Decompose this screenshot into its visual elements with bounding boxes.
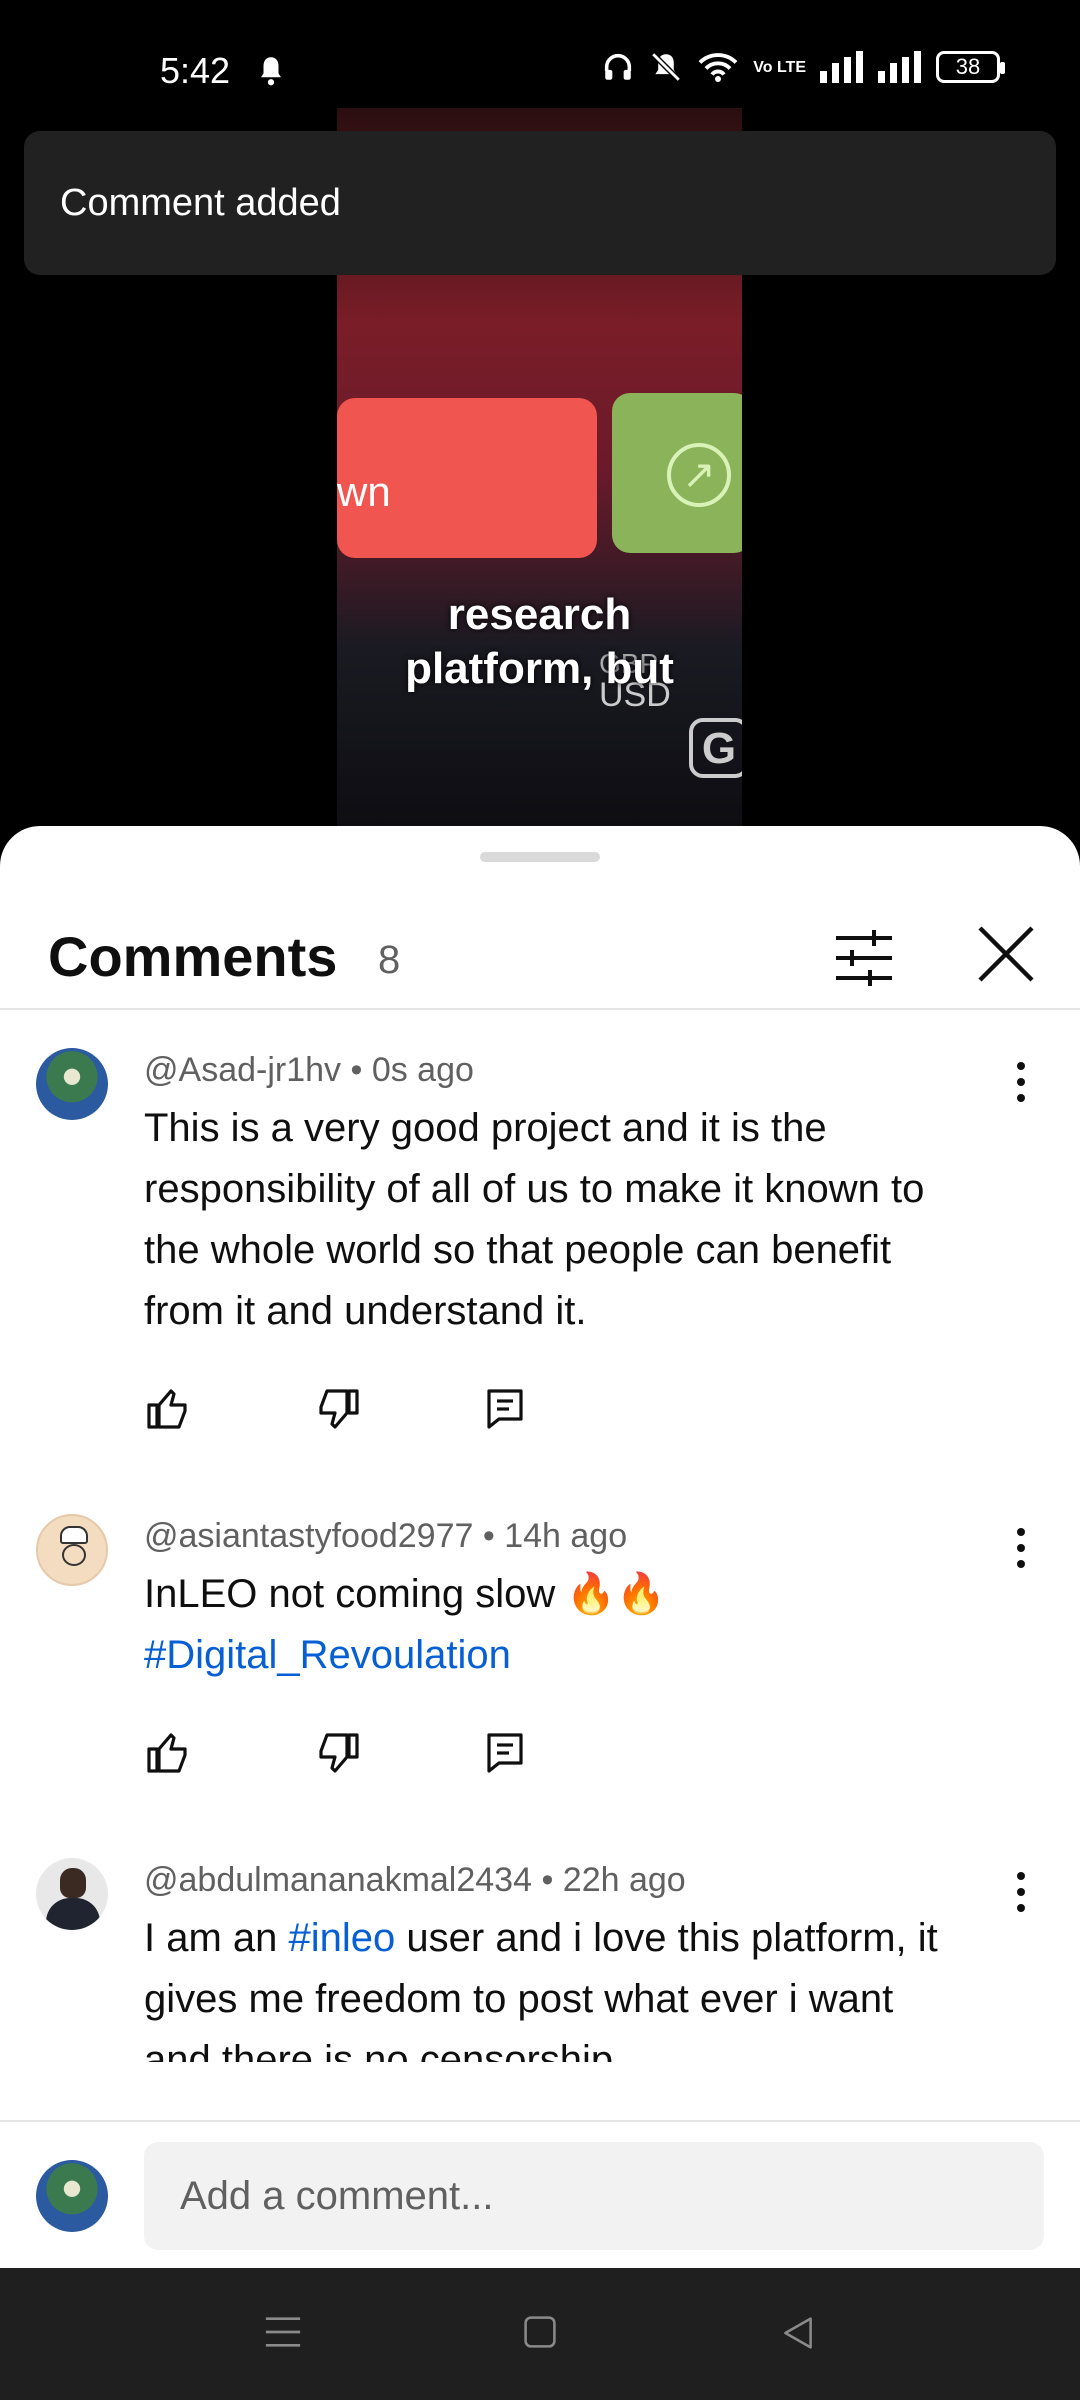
home-icon[interactable] — [522, 2314, 558, 2350]
comment-time: 0s ago — [371, 1051, 474, 1089]
comment-actions — [144, 1384, 970, 1434]
more-options-icon[interactable] — [1014, 1868, 1028, 1916]
reply-icon[interactable] — [480, 1729, 530, 1777]
comment-item: @asiantastyfood2977 • 14h ago InLEO not … — [0, 1478, 1080, 1822]
comment-text: I am an #inleo user and i love this plat… — [144, 1916, 938, 2062]
muted-bell-icon — [651, 52, 682, 82]
comment-meta: @asiantastyfood2977 • 14h ago — [144, 1517, 628, 1555]
comment-time: 14h ago — [504, 1517, 628, 1555]
comment-time: 22h ago — [562, 1861, 686, 1899]
comment-actions — [144, 1728, 970, 1778]
avatar[interactable] — [36, 1858, 108, 1930]
signal-icon-2 — [878, 51, 921, 83]
add-comment-input[interactable]: Add a comment... — [144, 2142, 1044, 2250]
comment-text: InLEO not coming slow 🔥🔥 #Digital_Revoul… — [144, 1564, 970, 1686]
more-options-icon[interactable] — [1014, 1524, 1028, 1572]
more-options-icon[interactable] — [1014, 1058, 1028, 1106]
filter-icon[interactable] — [834, 930, 894, 986]
comment-text: This is a very good project and it is th… — [144, 1106, 925, 1333]
status-time: 5:42 — [160, 50, 231, 91]
comments-count: 8 — [378, 938, 401, 982]
battery-indicator: 38 — [936, 51, 1005, 83]
toast-notification: Comment added — [24, 131, 1056, 275]
comments-list: @Asad-jr1hv • 0s ago This is a very good… — [0, 1012, 1080, 2062]
close-icon[interactable] — [976, 924, 1036, 984]
dislike-icon[interactable] — [312, 1385, 362, 1433]
avatar[interactable] — [36, 1514, 108, 1586]
comment-item: @Asad-jr1hv • 0s ago This is a very good… — [0, 1012, 1080, 1478]
volte-label: Vo LTE — [753, 58, 806, 76]
battery-level: 38 — [955, 54, 981, 79]
dislike-icon[interactable] — [312, 1729, 362, 1777]
menu-icon[interactable] — [264, 2314, 302, 2350]
status-bar: 5:42 Vo LTE 38 — [0, 0, 1080, 110]
status-icons: Vo LTE 38 — [601, 50, 1005, 84]
drag-handle[interactable] — [480, 852, 600, 862]
like-icon[interactable] — [144, 1729, 194, 1777]
comment-author[interactable]: @Asad-jr1hv — [144, 1051, 341, 1089]
video-logo-letter: G — [689, 718, 742, 778]
comments-title: Comments — [48, 925, 338, 988]
like-icon[interactable] — [144, 1385, 194, 1433]
arrow-up-right-icon: ↗ — [667, 443, 731, 507]
system-nav-bar — [0, 2268, 1080, 2400]
comment-meta: @Asad-jr1hv • 0s ago — [144, 1051, 474, 1089]
avatar — [36, 2160, 108, 2232]
notification-bell-icon — [261, 57, 281, 86]
signal-icon-1 — [820, 51, 863, 83]
wifi-icon — [698, 53, 738, 82]
video-caption: research platform, but — [405, 590, 674, 693]
add-comment-bar: Add a comment... — [0, 2120, 1080, 2268]
video-green-button: ↗ — [612, 393, 742, 553]
comment-meta: @abdulmananakmal2434 • 22h ago — [144, 1861, 686, 1899]
hashtag-link[interactable]: #Digital_Revoulation — [144, 1625, 970, 1686]
comment-author[interactable]: @asiantastyfood2977 — [144, 1517, 473, 1555]
video-red-button: wn — [337, 398, 597, 558]
avatar[interactable] — [36, 1048, 108, 1120]
comments-header: Comments 8 — [0, 886, 1080, 1010]
hashtag-link[interactable]: #inleo — [289, 1916, 396, 1960]
back-icon[interactable] — [780, 2314, 816, 2352]
reply-icon[interactable] — [480, 1385, 530, 1433]
comment-item: @abdulmananakmal2434 • 22h ago I am an #… — [0, 1822, 1080, 2062]
headphones-icon — [605, 53, 632, 80]
comment-author[interactable]: @abdulmananakmal2434 — [144, 1861, 532, 1899]
comments-sheet: Comments 8 @Asad-jr1hv • 0s ago This is … — [0, 826, 1080, 2268]
